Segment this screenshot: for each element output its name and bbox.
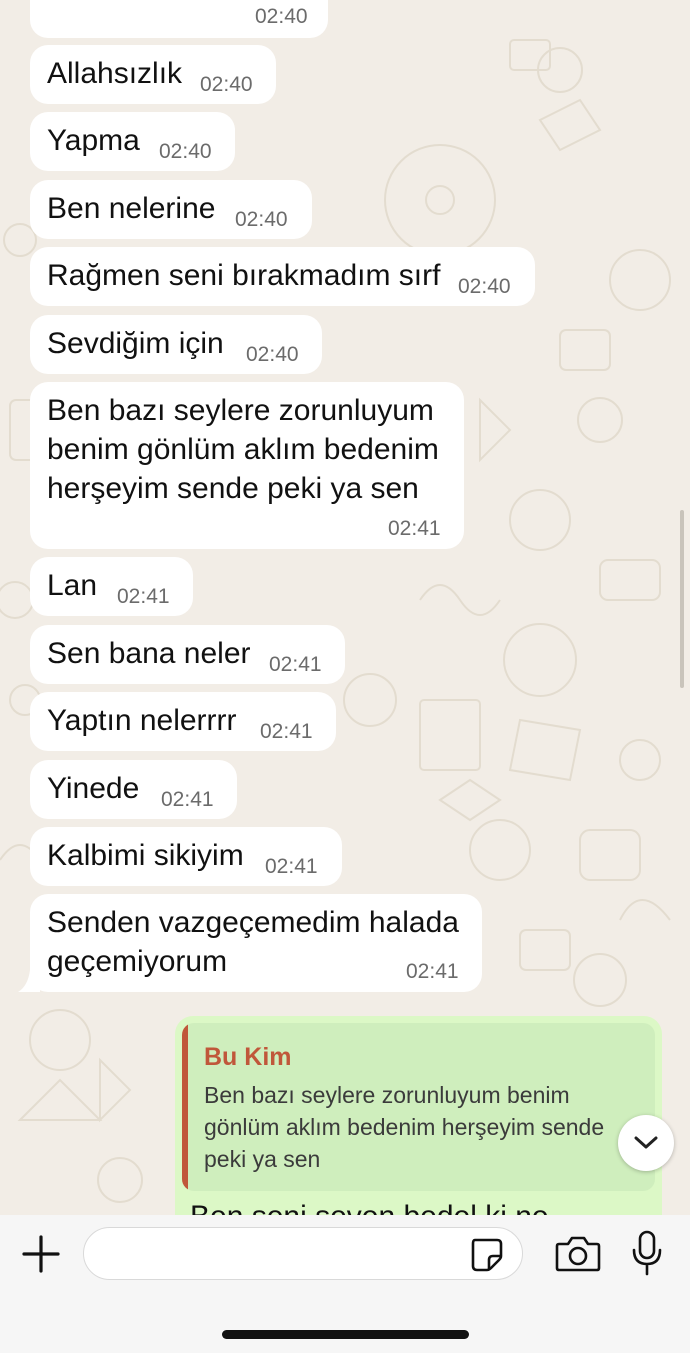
message-time: 02:40	[159, 140, 212, 163]
message-time: 02:41	[260, 720, 313, 743]
message-text: Allahsızlık	[47, 57, 183, 90]
message-time: 02:40	[235, 208, 288, 231]
scroll-to-bottom-button[interactable]	[618, 1115, 674, 1171]
message-bubble[interactable]: Senden vazgeçemedim halada geçemiyorum 0…	[30, 894, 482, 992]
message-text: Lan	[47, 569, 98, 602]
microphone-icon[interactable]	[630, 1230, 664, 1276]
message-time: 02:40	[200, 73, 253, 96]
camera-icon[interactable]	[555, 1234, 601, 1274]
quote-text: Ben bazı seylere zorunluyum benim gönlüm…	[204, 1082, 605, 1172]
message-text-line: herşeyim sende peki ya sen	[47, 472, 419, 505]
message-text: Rağmen seni bırakmadım sırf	[47, 259, 441, 292]
message-text-line: benim gönlüm aklım bedenim	[47, 433, 439, 466]
message-time: 02:41	[161, 788, 214, 811]
message-text: Sen bana neler	[47, 637, 251, 670]
message-time: 02:41	[406, 960, 459, 983]
message-bubble[interactable]: Yaptın nelerrrr 02:41	[30, 692, 336, 751]
message-bubble[interactable]: Rağmen seni bırakmadım sırf 02:40	[30, 247, 535, 306]
message-bubble[interactable]: Yinede 02:41	[30, 760, 237, 819]
message-bubble[interactable]: Sevdiğim için 02:40	[30, 315, 322, 374]
message-time: 02:41	[388, 517, 441, 540]
message-input[interactable]	[83, 1227, 523, 1280]
message-bubble[interactable]: Sen bana neler 02:41	[30, 625, 345, 684]
message-bubble[interactable]: Kalbimi sikiyim 02:41	[30, 827, 342, 886]
message-text: Kalbimi sikiyim	[47, 839, 244, 872]
message-time: 02:41	[265, 855, 318, 878]
message-bubble[interactable]: Allahsızlık 02:40	[30, 45, 276, 104]
message-bubble[interactable]: Ben nelerine 02:40	[30, 180, 312, 239]
message-text-line: geçemiyorum	[47, 945, 228, 978]
sticker-icon[interactable]	[469, 1236, 505, 1272]
message-time: 02:41	[269, 653, 322, 676]
message-text-line: Ben bazı seylere zorunluyum	[47, 394, 434, 427]
scrollbar[interactable]	[680, 510, 684, 688]
outgoing-message-text: Ben seni seven bedel ki ne	[190, 1200, 549, 1215]
quote-author: Bu Kim	[204, 1043, 292, 1071]
chat-area[interactable]: 02:40 Allahsızlık 02:40 Yapma 02:40 Ben …	[0, 0, 690, 1215]
message-time: 02:40	[255, 5, 308, 28]
chevron-down-icon	[634, 1136, 658, 1149]
message-bubble[interactable]: Lan 02:41	[30, 557, 193, 616]
message-text-line: Senden vazgeçemedim halada	[47, 906, 459, 939]
bubble-tail	[18, 970, 40, 992]
message-text: Yinede	[47, 772, 140, 805]
message-text: Sevdiğim için	[47, 327, 224, 360]
message-text: Ben nelerine	[47, 192, 216, 225]
message-time: 02:40	[458, 275, 511, 298]
message-text: Yapma	[47, 124, 140, 157]
message-bubble[interactable]: Yapma 02:40	[30, 112, 235, 171]
message-text: Yaptın nelerrrr	[47, 704, 237, 737]
plus-icon[interactable]	[22, 1235, 60, 1273]
reply-quote[interactable]: Bu Kim Ben bazı seylere zorunluyum benim…	[182, 1023, 655, 1191]
message-time: 02:41	[117, 585, 170, 608]
message-bubble-partial[interactable]: 02:40	[30, 0, 328, 38]
message-bubble[interactable]: Ben bazı seylere zorunluyum benim gönlüm…	[30, 382, 464, 549]
message-time: 02:40	[246, 343, 299, 366]
home-indicator[interactable]	[222, 1330, 469, 1339]
quote-bar	[182, 1023, 188, 1191]
